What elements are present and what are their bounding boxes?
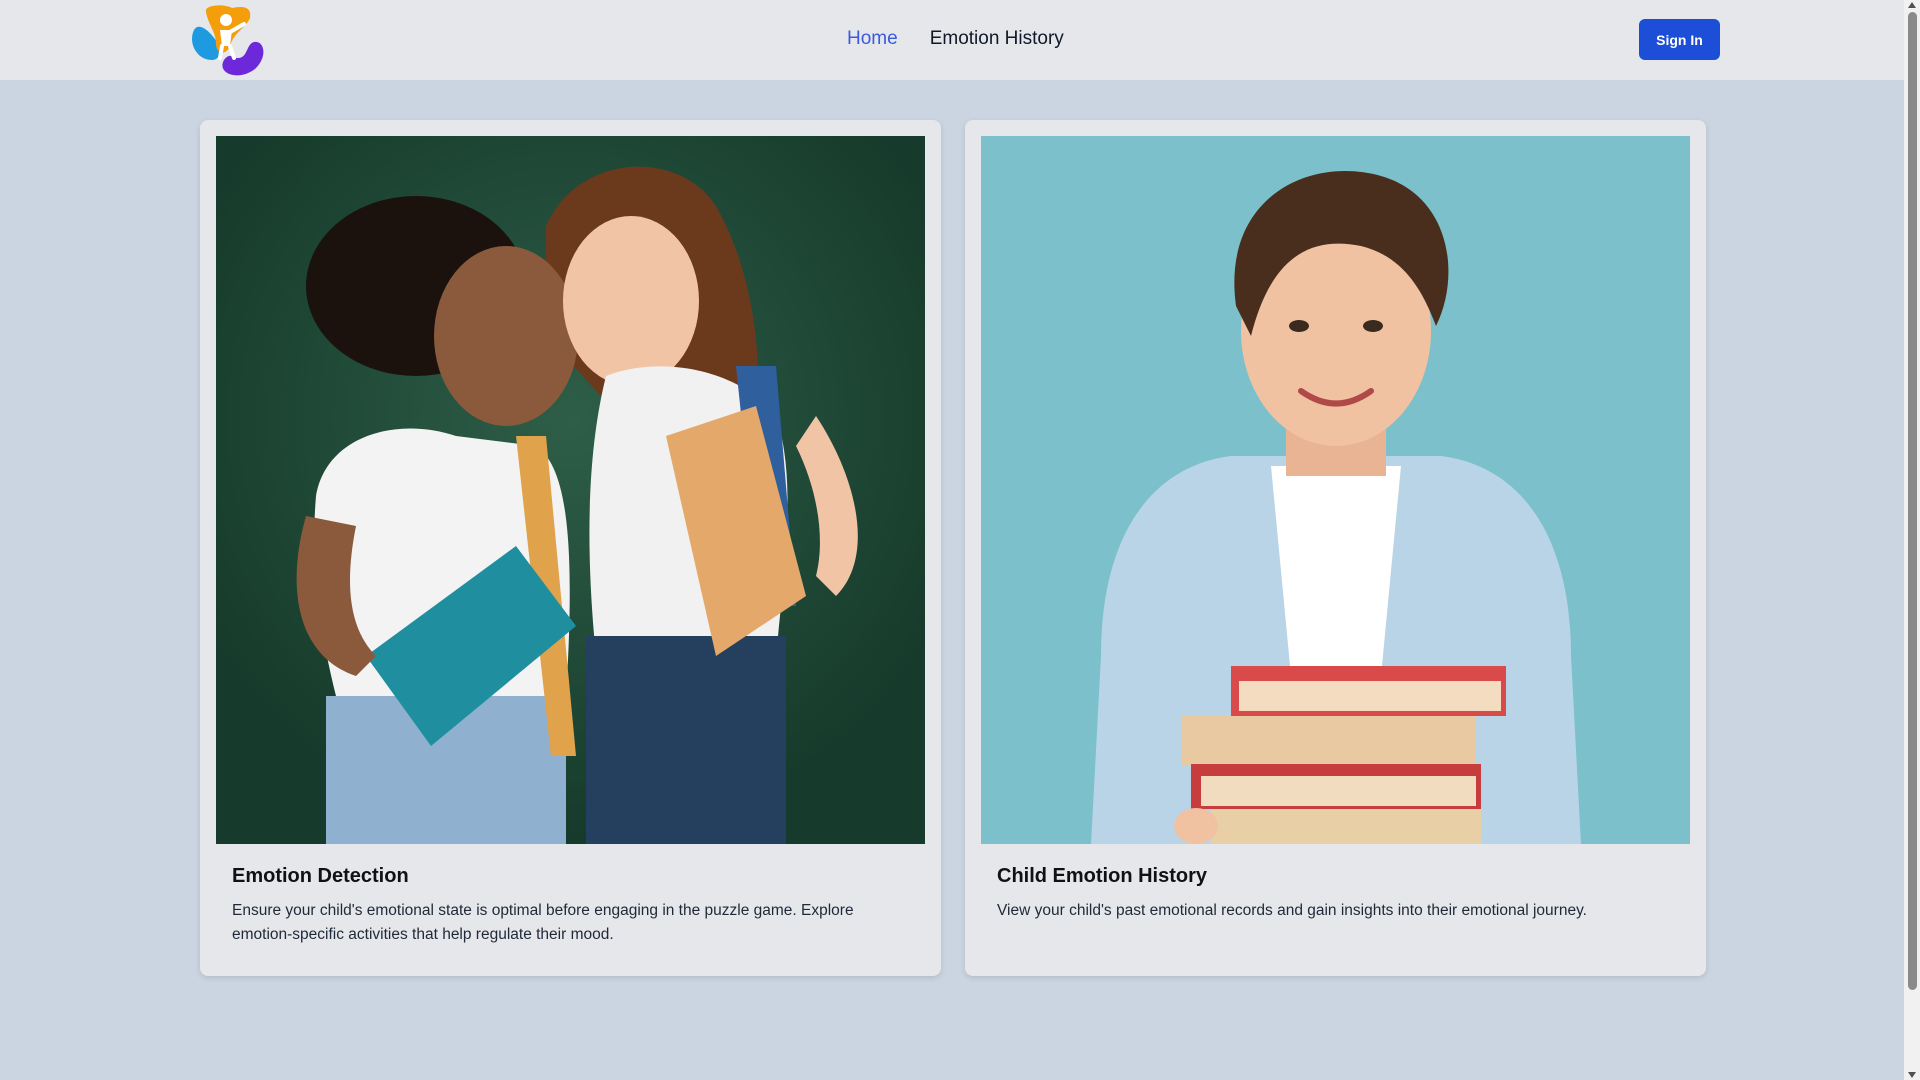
emotion-detection-card[interactable]: Emotion Detection Ensure your child's em… bbox=[200, 120, 941, 976]
top-navbar: Home Emotion History Sign In bbox=[0, 0, 1904, 80]
scrollbar-thumb[interactable] bbox=[1908, 12, 1917, 990]
logo-link[interactable] bbox=[186, 2, 270, 78]
nav-emotion-history-link[interactable]: Emotion History bbox=[930, 28, 1064, 50]
sign-in-button[interactable]: Sign In bbox=[1639, 19, 1720, 60]
card-title: Emotion Detection bbox=[232, 865, 409, 887]
kids-logo-icon bbox=[192, 5, 264, 76]
scroll-up-arrow-icon[interactable] bbox=[1908, 2, 1916, 8]
card-description: Ensure your child's emotional state is o… bbox=[232, 902, 854, 943]
nav-home-link[interactable]: Home bbox=[847, 28, 898, 50]
card-description: View your child's past emotional records… bbox=[997, 902, 1587, 919]
card-title: Child Emotion History bbox=[997, 865, 1207, 887]
main-nav: Home Emotion History bbox=[847, 28, 1064, 50]
boy-with-stack-of-books-photo bbox=[981, 136, 1690, 844]
scroll-down-arrow-icon[interactable] bbox=[1908, 1072, 1916, 1078]
two-girls-with-books-photo bbox=[216, 136, 925, 844]
vertical-scrollbar[interactable] bbox=[1904, 0, 1920, 1080]
child-emotion-history-card[interactable]: Child Emotion History View your child's … bbox=[965, 120, 1706, 976]
